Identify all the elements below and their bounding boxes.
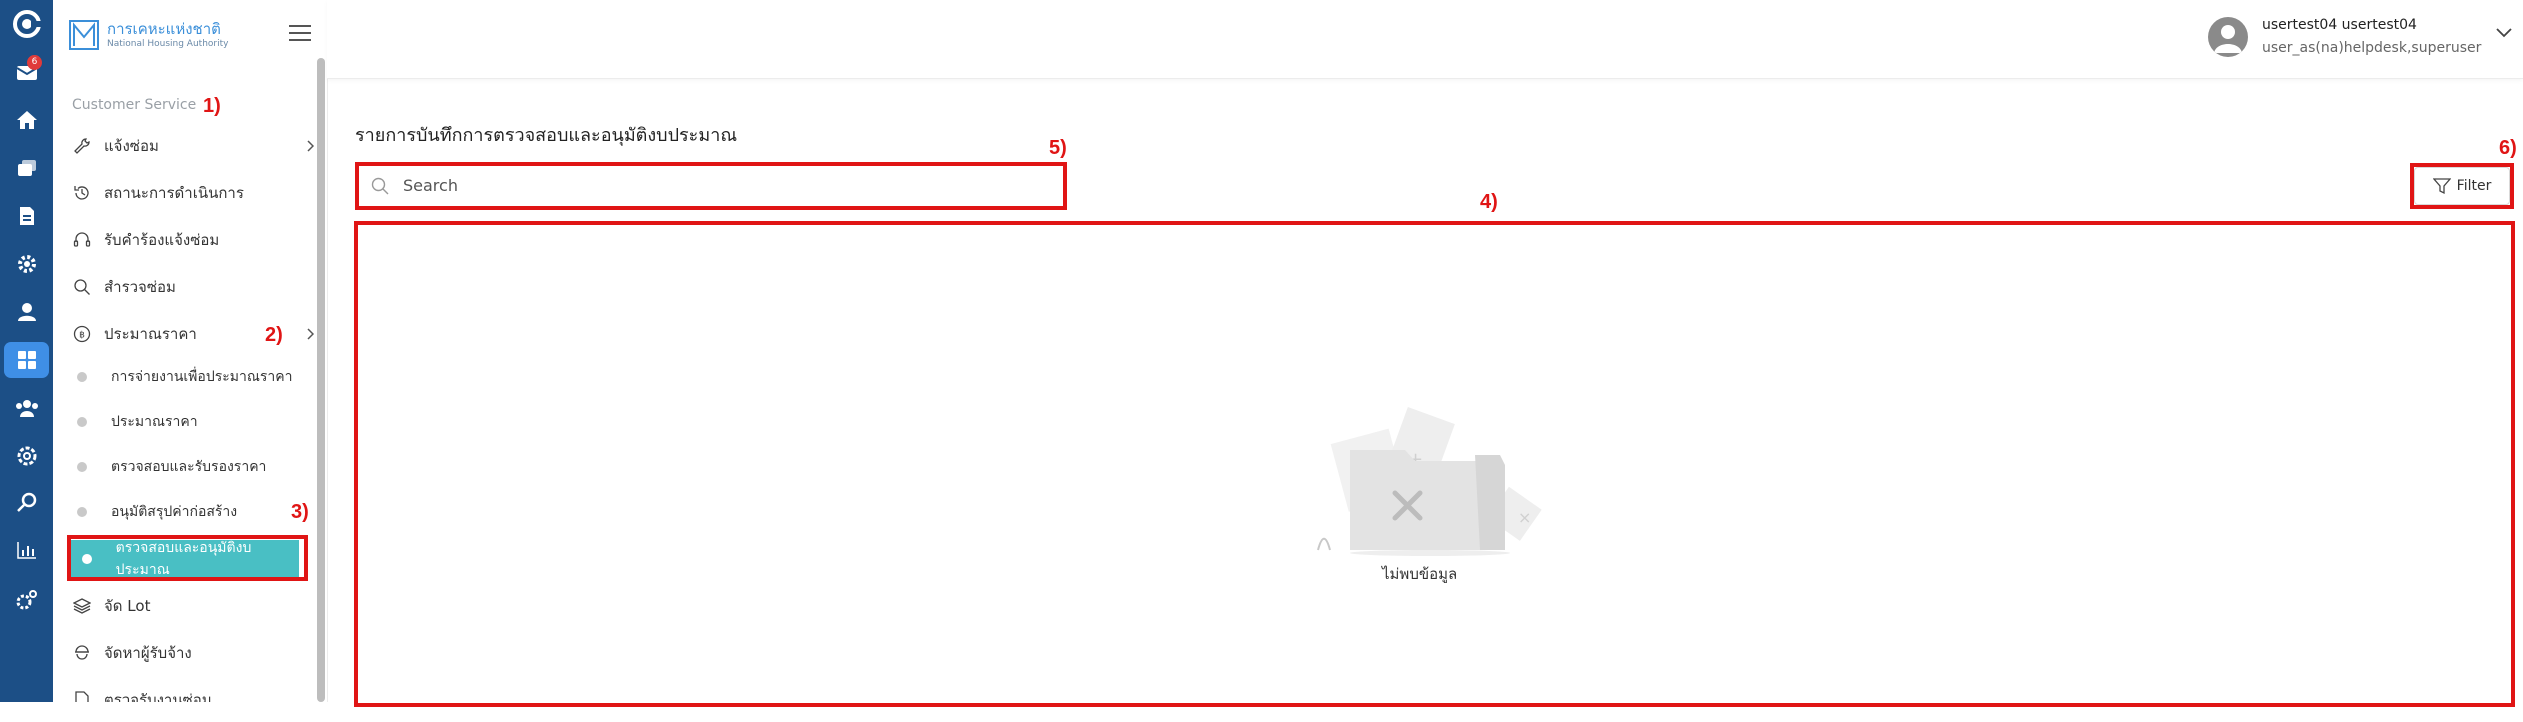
tools-icon[interactable] (0, 578, 53, 622)
home-icon[interactable] (0, 98, 53, 142)
sidebar-item-label: ตรวจรับงานซ่อม (104, 691, 212, 702)
chevron-down-icon[interactable] (2496, 28, 2512, 38)
sidebar: การเคหะแห่งชาติ National Housing Authori… (53, 0, 328, 702)
chevron-right-icon (306, 140, 314, 152)
sidebar-item-label: สถานะการดำเนินการ (104, 184, 244, 202)
user-name[interactable]: usertest04 usertest04 (2262, 17, 2417, 33)
sidebar-item-survey[interactable]: สำรวจซ่อม (72, 275, 327, 299)
search-icon (72, 277, 92, 297)
baht-circle-icon: ฿ (72, 324, 92, 344)
section-label: Customer Service (72, 97, 197, 113)
check-document-icon (72, 690, 92, 702)
annotation-label-1: 1) (203, 95, 221, 117)
sidebar-item-label: จัด Lot (104, 597, 151, 615)
history-icon (72, 183, 92, 203)
wrench-icon (72, 136, 92, 156)
sub-item-verify-price[interactable]: ตรวจสอบและรับรองราคา (77, 454, 327, 480)
sidebar-item-label: แจ้งซ่อม (104, 137, 159, 155)
sidebar-item-label: สำรวจซ่อม (104, 278, 176, 296)
logo-mark-icon (69, 20, 99, 50)
chevron-right-icon (306, 328, 314, 340)
logo[interactable]: การเคหะแห่งชาติ National Housing Authori… (69, 20, 228, 50)
sidebar-item-contractor[interactable]: จัดหาผู้รับจ้าง (72, 641, 327, 665)
bullet-dot (77, 462, 87, 472)
annotation-label-6: 6) (2499, 137, 2517, 159)
app-logo-icon[interactable] (0, 2, 53, 46)
annotation-label-5: 5) (1049, 137, 1067, 159)
dashboard-icon[interactable] (0, 338, 53, 382)
icon-rail: 6 (0, 0, 53, 702)
annotation-label-4: 4) (1480, 191, 1498, 213)
bullet-dot (77, 372, 87, 382)
user-role: user_as(na)helpdesk,superuser (2262, 40, 2482, 56)
sub-item-estimate[interactable]: ประมาณราคา (77, 409, 327, 435)
annotation-box-5 (355, 162, 1067, 210)
search-icon[interactable] (0, 480, 53, 524)
sidebar-item-label: รับคำร้องแจ้งซ่อม (104, 231, 220, 249)
sub-item-label: การจ่ายงานเพื่อประมาณราคา (111, 369, 293, 385)
sidebar-item-inspect-repair[interactable]: ตรวจรับงานซ่อม (72, 688, 327, 702)
document-icon[interactable] (0, 194, 53, 238)
bar-chart-icon[interactable] (0, 528, 53, 572)
svg-text:฿: ฿ (79, 331, 85, 341)
bullet-dot (77, 507, 87, 517)
mail-badge: 6 (27, 55, 42, 70)
annotation-label-3: 3) (291, 501, 309, 523)
sidebar-item-repair-request[interactable]: แจ้งซ่อม (72, 134, 327, 158)
mail-icon[interactable]: 6 (0, 50, 53, 94)
sidebar-scrollbar[interactable] (317, 58, 325, 702)
logo-title-th: การเคหะแห่งชาติ (107, 20, 221, 38)
layers-icon[interactable] (0, 146, 53, 190)
annotation-box-3 (67, 535, 308, 581)
sub-item-label: ตรวจสอบและรับรองราคา (111, 459, 267, 475)
avatar[interactable] (2208, 17, 2248, 57)
worker-icon (72, 643, 92, 663)
sidebar-item-price-estimate[interactable]: ฿ ประมาณราคา (72, 322, 327, 346)
page-title: รายการบันทึกการตรวจสอบและอนุมัติงบประมาณ (355, 125, 738, 146)
sub-item-label: อนุมัติสรุปค่าก่อสร้าง (111, 504, 238, 520)
user-icon[interactable] (0, 290, 53, 334)
annotation-box-6 (2410, 163, 2514, 209)
sidebar-item-label: จัดหาผู้รับจ้าง (104, 644, 192, 662)
annotation-label-2: 2) (265, 324, 283, 346)
sidebar-item-receive-request[interactable]: รับคำร้องแจ้งซ่อม (72, 228, 327, 252)
top-header (327, 0, 2523, 79)
sidebar-item-status[interactable]: สถานะการดำเนินการ (72, 181, 327, 205)
sub-item-assign-estimate[interactable]: การจ่ายงานเพื่อประมาณราคา (77, 364, 327, 390)
sub-item-label: ประมาณราคา (111, 414, 198, 430)
hamburger-menu-icon[interactable] (289, 24, 311, 42)
team-icon[interactable] (0, 386, 53, 430)
sidebar-item-lot[interactable]: จัด Lot (72, 594, 327, 618)
logo-title-en: National Housing Authority (107, 39, 229, 49)
bullet-dot (77, 417, 87, 427)
headset-icon (72, 230, 92, 250)
stack-icon (72, 596, 92, 616)
sidebar-item-label: ประมาณราคา (104, 325, 197, 343)
annotation-box-4 (354, 221, 2515, 707)
settings-icon[interactable] (0, 434, 53, 478)
gear-flower-icon[interactable] (0, 242, 53, 286)
